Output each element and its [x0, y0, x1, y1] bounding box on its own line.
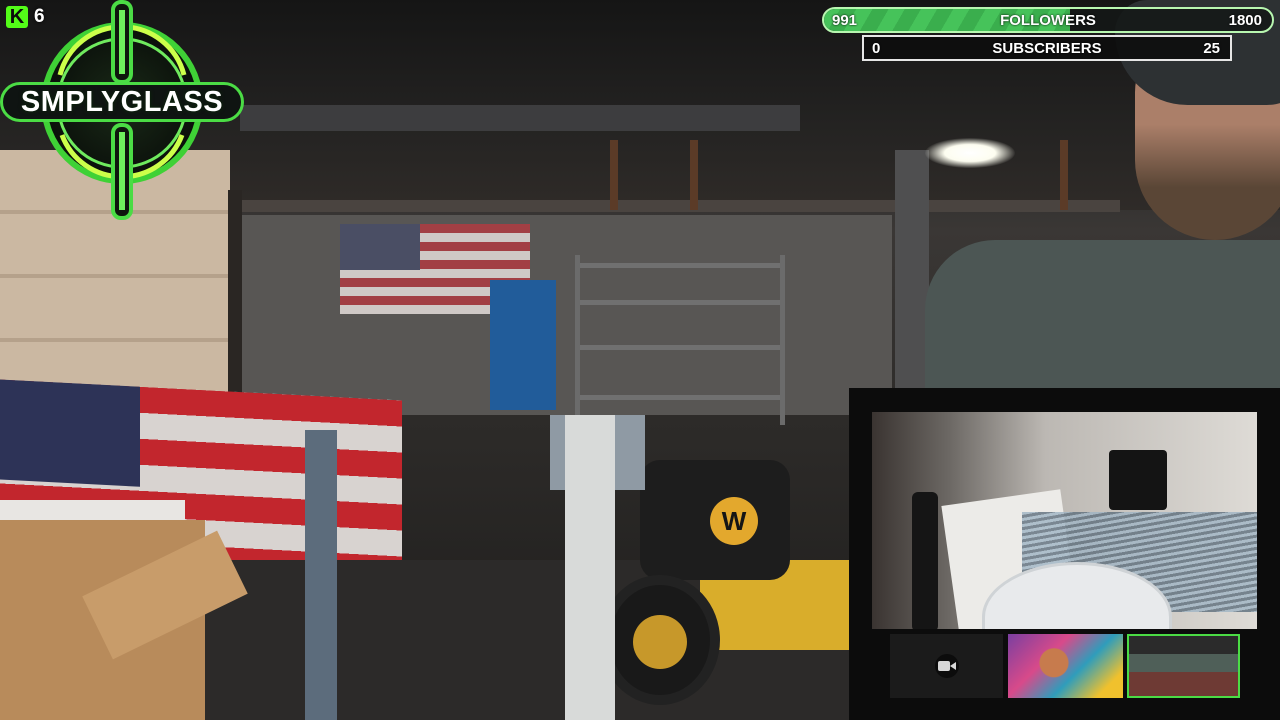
- thumbnail-scene-preview[interactable]: [1127, 634, 1240, 698]
- subscribers-title: SUBSCRIBERS: [992, 39, 1102, 57]
- followers-target: 1800: [1228, 11, 1262, 29]
- machine-post: [565, 415, 615, 720]
- metal-shelf: [575, 255, 785, 425]
- joist: [690, 140, 698, 210]
- subscribers-goal-bar: 0 SUBSCRIBERS 25: [862, 35, 1232, 61]
- subscribers-target: 25: [1203, 39, 1220, 57]
- steel-beam: [240, 105, 800, 131]
- video-camera-off-icon: [934, 654, 959, 678]
- joist: [610, 140, 618, 210]
- thumbnail-camera-off[interactable]: [890, 634, 1003, 698]
- blue-toolbox: [490, 280, 556, 410]
- followers-title: FOLLOWERS: [1000, 11, 1096, 29]
- logo-text: SMPLYGLASS: [0, 82, 244, 122]
- secondary-camera-feed: [872, 412, 1257, 629]
- followers-goal-bar: 991 FOLLOWERS 1800: [822, 7, 1274, 33]
- mower-hub: [633, 615, 687, 669]
- channel-logo: SMPLYGLASS: [0, 0, 250, 225]
- torch: [912, 492, 938, 629]
- thumbnail-guest-cam[interactable]: [1008, 634, 1123, 698]
- support-pole: [895, 150, 929, 390]
- speaker: [1109, 450, 1167, 510]
- saw-stand: [305, 430, 337, 720]
- mower-badge: W: [710, 497, 758, 545]
